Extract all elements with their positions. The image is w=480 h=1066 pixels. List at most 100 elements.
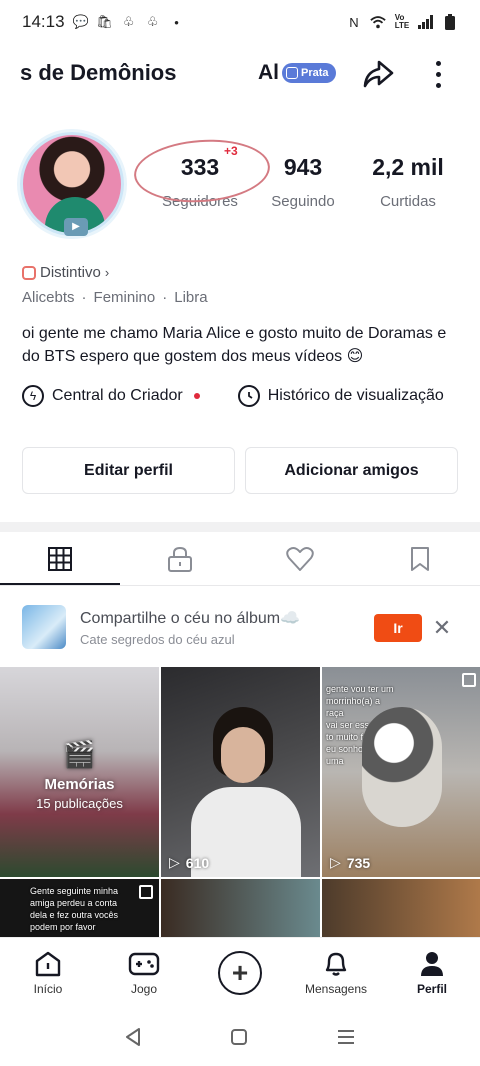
badge-label: Prata: [301, 67, 329, 79]
profile-header: s de Demônios Al Prata: [0, 48, 480, 98]
edit-profile-button[interactable]: Editar perfil: [22, 447, 235, 494]
recents-icon[interactable]: [336, 1028, 356, 1046]
chevron-right-icon: ›: [104, 265, 110, 280]
distintivo-icon: [22, 265, 36, 280]
clock-icon: [237, 385, 260, 407]
share-arrow-icon: [363, 60, 394, 88]
section-divider: [0, 522, 480, 532]
memories-title: Memórias: [44, 776, 115, 793]
video-caption: Gente seguinte minha amiga perdeu a cont…: [30, 886, 119, 932]
nav-messages[interactable]: Mensagens: [288, 938, 384, 1007]
avatar-video-icon: ▶: [64, 218, 88, 236]
nav-create[interactable]: +: [192, 938, 288, 1007]
watch-history-link[interactable]: Histórico de visualização: [237, 385, 444, 407]
info-separator: ·: [81, 289, 87, 306]
shop-notification-icon: 🛍: [96, 14, 113, 29]
following-label: Seguindo: [271, 193, 335, 210]
nav-profile[interactable]: Perfil: [384, 938, 480, 1007]
album-title: Compartilhe o céu no álbum☁️: [80, 609, 301, 627]
bell-icon: [325, 952, 347, 976]
back-icon[interactable]: [124, 1027, 142, 1047]
close-icon[interactable]: ✕: [432, 614, 452, 642]
creator-center-label: Central do Criador: [52, 387, 183, 404]
add-friends-button[interactable]: Adicionar amigos: [245, 447, 458, 494]
followers-stat[interactable]: +3 333 Seguidores: [132, 135, 272, 210]
video-thumbnail[interactable]: [322, 879, 480, 937]
likes-count: 2,2 mil: [372, 154, 444, 180]
level-badge[interactable]: Prata: [282, 63, 336, 83]
app-notification-icon-2: ♧: [146, 14, 159, 29]
album-go-button[interactable]: Ir: [374, 614, 422, 642]
home-icon: [35, 951, 61, 976]
distintivo-label: Distintivo: [40, 264, 101, 281]
play-icon: ▷: [169, 854, 180, 870]
linked-account-name[interactable]: Al: [258, 61, 279, 85]
more-notifications-icon: •: [174, 14, 179, 30]
dot-icon: [435, 71, 441, 77]
clock: 14:13: [22, 12, 65, 31]
watch-history-label: Histórico de visualização: [267, 387, 444, 404]
video-thumbnail[interactable]: Gente seguinte minha amiga perdeu a cont…: [0, 879, 159, 937]
view-count: ▷ 735: [330, 854, 371, 871]
info-username: Alicebts: [22, 289, 75, 306]
volte-icon: Vo LTE: [394, 13, 410, 30]
lightning-icon: ϟ: [22, 385, 44, 407]
likes-stat[interactable]: 2,2 mil Curtidas: [356, 154, 460, 210]
nav-game-label: Jogo: [130, 981, 158, 996]
profile-bio[interactable]: oi gente me chamo Maria Alice e gosto mu…: [22, 322, 462, 368]
creator-links: ϟ Central do Criador Histórico de visual…: [22, 385, 462, 407]
app-notification-icon: ♧: [122, 14, 135, 29]
creator-center-link[interactable]: ϟ Central do Criador: [22, 385, 200, 407]
grid-icon: [48, 546, 72, 571]
nav-profile-label: Perfil: [416, 981, 447, 996]
info-sign: Libra: [174, 289, 208, 306]
signal-icon: [418, 14, 434, 30]
tab-videos[interactable]: [0, 532, 120, 585]
video-thumbnail[interactable]: [161, 879, 320, 937]
video-grid: 🎬 Memórias 15 publicações ▷ 610 gente vo…: [0, 667, 480, 937]
gamepad-icon: [128, 952, 160, 975]
profile-info: Alicebts · Feminino · Libra: [22, 289, 208, 306]
tab-private[interactable]: [120, 532, 240, 585]
likes-label: Curtidas: [380, 193, 436, 210]
play-icon: ▷: [330, 854, 341, 870]
tab-liked[interactable]: [240, 532, 360, 585]
memories-count: 15 publicações: [36, 796, 123, 811]
badge-icon: [286, 67, 298, 79]
person-icon: [421, 951, 443, 976]
profile-stats: +3 333 Seguidores 943 Seguindo 2,2 mil C…: [132, 135, 460, 210]
battery-icon: [442, 14, 458, 30]
nav-game[interactable]: Jogo: [96, 938, 192, 1007]
nav-messages-label: Mensagens: [304, 981, 368, 996]
nav-home-label: Início: [33, 981, 63, 996]
dot-icon: [435, 60, 441, 66]
system-navigation: [0, 1007, 480, 1066]
album-banner[interactable]: Compartilhe o céu no álbum☁️ Cate segred…: [0, 596, 480, 658]
chat-notification-icon: 💬: [72, 14, 89, 29]
account-name[interactable]: s de Demônios: [20, 60, 190, 86]
profile-actions: Editar perfil Adicionar amigos: [22, 447, 458, 494]
video-thumbnail[interactable]: gente vou ter um morrinho(a) a raça vai …: [322, 667, 480, 877]
memories-tile[interactable]: 🎬 Memórias 15 publicações: [0, 667, 159, 877]
view-count: ▷ 610: [169, 854, 210, 871]
bookmark-icon: [411, 546, 429, 571]
bottom-navigation: Início Jogo + Mensagens Perfil: [0, 937, 480, 1007]
lock-icon: [168, 546, 192, 572]
more-options-button[interactable]: [428, 56, 448, 92]
content-tabs: [0, 532, 480, 586]
dot-icon: [435, 82, 441, 88]
share-profile-button[interactable]: [360, 56, 396, 92]
memories-icon: 🎬: [63, 739, 96, 769]
profile-avatar[interactable]: ▶: [20, 132, 126, 242]
nfc-icon: N: [349, 14, 359, 30]
photo-post-icon: [462, 673, 476, 687]
home-square-icon[interactable]: [230, 1028, 248, 1046]
followers-delta: +3: [224, 144, 238, 158]
album-subtitle: Cate segredos do céu azul: [80, 631, 235, 647]
plus-icon: +: [218, 950, 262, 995]
badge-link[interactable]: Distintivo ›: [22, 264, 109, 281]
tab-saved[interactable]: [360, 532, 480, 585]
nav-home[interactable]: Início: [0, 938, 96, 1007]
video-thumbnail[interactable]: ▷ 610: [161, 667, 320, 877]
puppy-image: [362, 707, 442, 827]
